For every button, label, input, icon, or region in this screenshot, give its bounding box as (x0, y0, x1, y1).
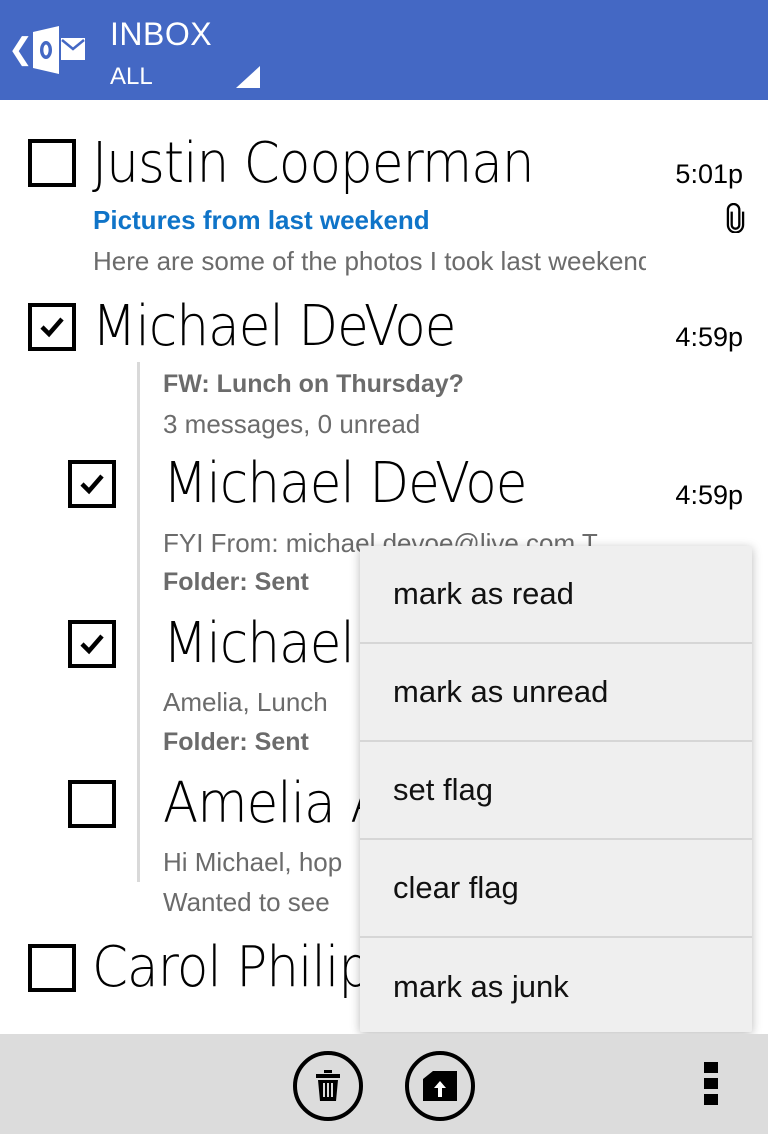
app-bar (0, 1034, 768, 1134)
thread-item-checkbox[interactable] (68, 780, 116, 828)
context-menu: mark as read mark as unread set flag cle… (360, 546, 752, 1032)
menu-item-clear-flag[interactable]: clear flag (360, 840, 752, 938)
message-time: 4:59p (675, 322, 743, 352)
menu-item-mark-as-unread[interactable]: mark as unread (360, 644, 752, 742)
message-time: 5:01p (675, 159, 743, 189)
sender-name: Amelia A (163, 771, 386, 836)
message-subject: Pictures from last weekend (93, 205, 430, 235)
message-preview: Hi Michael, hop (163, 847, 343, 877)
message-checkbox-checked[interactable] (28, 303, 76, 351)
sender-name: Carol Philips (92, 935, 397, 1000)
folder-label: Folder: Sent (163, 728, 309, 756)
message-checkbox[interactable] (28, 944, 76, 992)
app-header: ❮ INBOX ALL (0, 0, 768, 100)
chevron-left-icon[interactable]: ❮ (8, 30, 33, 70)
thread-subject: FW: Lunch on Thursday? (163, 370, 464, 398)
page-title: INBOX (110, 16, 213, 52)
sender-name: Michael DeVoe (163, 451, 527, 516)
message-preview: Here are some of the photos I took last … (93, 246, 646, 276)
move-button[interactable] (405, 1051, 475, 1121)
menu-item-mark-as-junk[interactable]: mark as junk (360, 938, 752, 1036)
thread-divider (137, 362, 140, 882)
message-preview-line2: Wanted to see (163, 887, 330, 917)
checkmark-icon (80, 634, 104, 655)
message-time: 4:59p (675, 480, 743, 510)
thread-item-checkbox-checked[interactable] (68, 460, 116, 508)
thread-item-checkbox-checked[interactable] (68, 620, 116, 668)
checkmark-icon (80, 474, 104, 495)
outlook-logo-icon (33, 26, 85, 74)
dropdown-triangle-icon[interactable] (236, 66, 260, 88)
sender-name: Justin Cooperman (92, 131, 535, 196)
more-dots-icon[interactable] (704, 1062, 720, 1108)
thread-summary: 3 messages, 0 unread (163, 409, 421, 439)
folder-move-icon (423, 1071, 457, 1101)
menu-item-set-flag[interactable]: set flag (360, 742, 752, 840)
paperclip-icon (726, 203, 745, 233)
checkmark-icon (40, 317, 64, 338)
trash-icon (316, 1070, 340, 1101)
sender-name: Michael DeVoe (92, 294, 456, 359)
message-preview: Amelia, Lunch (163, 687, 328, 717)
delete-button[interactable] (293, 1051, 363, 1121)
message-checkbox[interactable] (28, 139, 76, 187)
filter-selector[interactable]: ALL (110, 62, 153, 92)
menu-item-mark-as-read[interactable]: mark as read (360, 546, 752, 644)
folder-label: Folder: Sent (163, 568, 309, 596)
